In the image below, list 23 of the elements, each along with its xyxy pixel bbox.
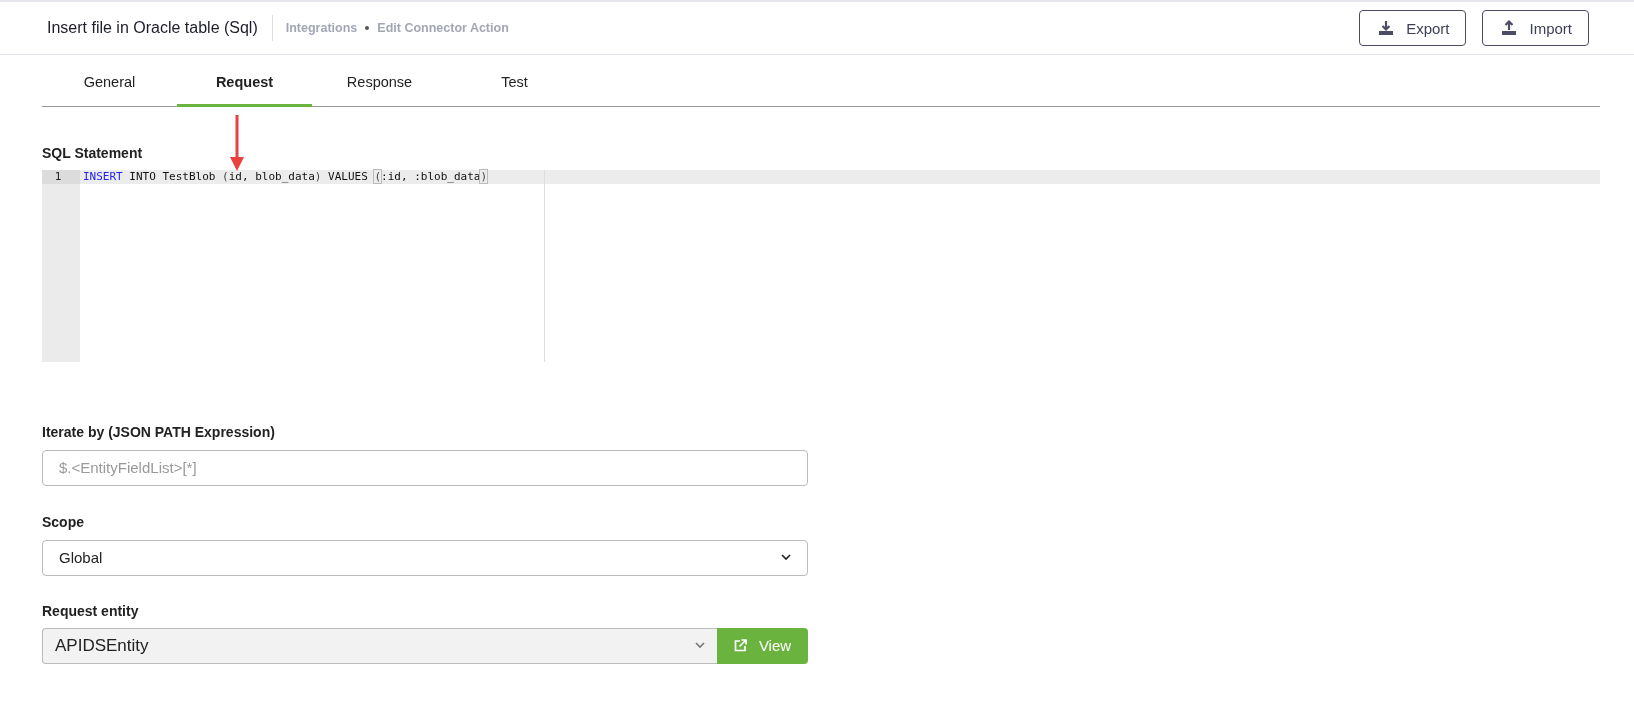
entity-select[interactable]: APIDSEntity bbox=[42, 627, 717, 664]
field-label: Iterate by (JSON PATH Expression) bbox=[42, 423, 276, 440]
scope-select[interactable]: Global bbox=[42, 539, 808, 576]
tab[interactable]: General bbox=[42, 67, 177, 107]
separator-dot bbox=[365, 26, 370, 30]
import-button[interactable]: Import bbox=[1482, 10, 1589, 46]
page-title: Insert file in Oracle table (Sql) bbox=[47, 15, 273, 41]
tab[interactable]: Response bbox=[312, 67, 447, 107]
field-label: Scope bbox=[42, 513, 85, 530]
chevron-down-icon bbox=[781, 554, 791, 561]
tab[interactable]: Request bbox=[177, 67, 312, 107]
export-button[interactable]: Export bbox=[1359, 10, 1467, 46]
field-label: SQL Statement bbox=[42, 144, 144, 161]
tab[interactable]: Test bbox=[447, 67, 582, 107]
download-icon bbox=[1378, 20, 1395, 36]
input-field[interactable]: $.<EntityFieldList>[*] bbox=[42, 449, 808, 486]
upload-icon bbox=[1501, 20, 1518, 36]
arrow-annotation bbox=[230, 115, 244, 171]
chevron-down-icon bbox=[695, 642, 705, 649]
code-editor[interactable]: 1 INSERT INTO TestBlob (id, blob_data) VALUES (:id, :blob_data) bbox=[42, 169, 1600, 362]
line-number: 1 bbox=[42, 169, 80, 184]
field-label: Request entity bbox=[42, 602, 140, 619]
external-link-icon bbox=[733, 639, 747, 652]
